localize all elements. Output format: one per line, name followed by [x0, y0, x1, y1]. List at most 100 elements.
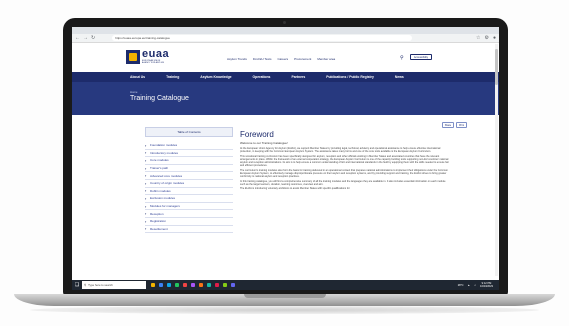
profile-icon[interactable]: ●: [493, 35, 496, 41]
menu-item-publications[interactable]: Publications / Public Registry: [326, 75, 374, 79]
reload-icon[interactable]: ↻: [91, 35, 95, 41]
top-link-asylum-trends[interactable]: Asylum Trends: [227, 57, 247, 61]
back-icon[interactable]: ←: [75, 35, 80, 41]
taskbar-app-icon[interactable]: [159, 283, 163, 287]
toc-item-label: Reception: [150, 211, 164, 216]
taskbar-app-icon[interactable]: [231, 283, 235, 287]
print-button[interactable]: Print: [456, 122, 467, 128]
toc-item-trainers-path[interactable]: › Trainer's path: [145, 165, 233, 173]
taskbar-apps: [151, 283, 235, 287]
taskbar-app-icon[interactable]: [151, 283, 155, 287]
toc-item-dublin[interactable]: › Dublin modules: [145, 188, 233, 196]
weather-readout[interactable]: 28°C: [458, 284, 464, 287]
url-text: https://euaa.europa.eu/training-catalogu…: [115, 36, 170, 40]
taskbar-search-placeholder: Type here to search: [88, 283, 113, 287]
toc-item-country-of-origin[interactable]: › Country of origin modules: [145, 180, 233, 188]
network-icon[interactable]: ▲: [467, 284, 470, 287]
menu-item-training[interactable]: Training: [166, 75, 179, 79]
browser-address-bar: ← → ↻ https://euaa.europa.eu/training-ca…: [72, 34, 499, 43]
article-paragraph: The EUAA is introducing voluntary ambiti…: [240, 187, 350, 191]
search-icon[interactable]: ⚲: [400, 55, 404, 61]
taskbar-app-icon[interactable]: [199, 283, 203, 287]
menu-item-operations[interactable]: Operations: [253, 75, 271, 79]
browser-tab-bar: [72, 27, 499, 34]
article-paragraph: This vocational training curriculum has …: [240, 154, 449, 168]
toc-item-registration[interactable]: › Registration: [145, 218, 233, 226]
logo-mark-icon: [126, 49, 140, 64]
toc-item-label: Introductory modules: [150, 150, 179, 155]
toc-item-label: Dublin modules: [150, 188, 171, 193]
taskbar-app-icon[interactable]: [175, 283, 179, 287]
main-content: Share Print Table of Contents › Foundatio…: [72, 115, 499, 279]
volume-icon[interactable]: ♫: [474, 284, 476, 287]
windows-start-icon[interactable]: ❏: [72, 280, 82, 290]
euaa-logo[interactable]: euaa EUROPEAN UNION AGENCY FOR ASYLUM: [126, 49, 169, 65]
top-link-member-area[interactable]: Member area: [317, 57, 335, 61]
toc-item-label: Foundation modules: [150, 143, 178, 148]
toc-item-foundation[interactable]: › Foundation modules: [145, 142, 233, 150]
taskbar-app-icon[interactable]: [207, 283, 211, 287]
taskbar-search[interactable]: ⚲ Type here to search: [82, 281, 146, 289]
logo-sub-line-2: AGENCY FOR ASYLUM: [142, 62, 164, 65]
toc-item-resettlement[interactable]: › Resettlement: [145, 226, 233, 234]
taskbar-app-icon[interactable]: [183, 283, 187, 287]
forward-icon[interactable]: →: [83, 35, 88, 41]
article: Foreword Welcome to our Training Catalog…: [240, 130, 450, 192]
taskbar-app-icon[interactable]: [191, 283, 195, 287]
toc-item-introductory[interactable]: › Introductory modules: [145, 150, 233, 158]
toc-item-label: Resettlement: [150, 226, 168, 231]
logo-word: euaa: [142, 48, 170, 60]
toc-item-exclusion[interactable]: › Exclusion modules: [145, 195, 233, 203]
menu-item-about[interactable]: About Us: [130, 75, 145, 79]
page-banner: Home Training Catalogue: [72, 82, 499, 115]
site-header: euaa EUROPEAN UNION AGENCY FOR ASYLUM As…: [72, 43, 499, 72]
laptop-screen: ← → ↻ https://euaa.europa.eu/training-ca…: [72, 27, 499, 290]
main-menu: About Us Training Asylum Knowledge Opera…: [72, 72, 499, 82]
toc-item-label: Core modules: [150, 158, 169, 163]
toc-item-label: Trainer's path: [150, 166, 169, 171]
taskbar-app-icon[interactable]: [223, 283, 227, 287]
laptop-shadow: [30, 306, 539, 314]
top-link-careers[interactable]: Careers: [277, 57, 288, 61]
breadcrumb[interactable]: Home: [130, 90, 137, 94]
accessibility-button[interactable]: Accessibility: [410, 54, 432, 60]
toc-item-label: Registration: [150, 219, 167, 224]
toc-item-label: Exclusion modules: [150, 196, 176, 201]
toc-item-managers[interactable]: › Modules for managers: [145, 203, 233, 211]
windows-taskbar: ❏ ⚲ Type here to search 28°C ▲ ♫ 9:12 PM…: [72, 280, 499, 290]
toc-item-reception[interactable]: › Reception: [145, 210, 233, 218]
toc-item-core[interactable]: › Core modules: [145, 157, 233, 165]
article-paragraph: At the European Union Agency for Asylum …: [240, 147, 441, 154]
menu-item-asylum-knowledge[interactable]: Asylum Knowledge: [200, 75, 231, 79]
url-field[interactable]: https://euaa.europa.eu/training-catalogu…: [112, 35, 413, 41]
star-icon[interactable]: ☆: [476, 35, 480, 41]
extensions-icon[interactable]: ⚙: [484, 35, 488, 41]
share-tools: Share Print: [441, 122, 467, 128]
menu-item-partners[interactable]: Partners: [291, 75, 305, 79]
article-paragraph: The curriculum's training modules also f…: [240, 168, 448, 178]
toc-item-advanced-core[interactable]: › Advanced core modules: [145, 172, 233, 180]
top-link-eu-texts[interactable]: Find EU Texts: [253, 57, 272, 61]
share-button[interactable]: Share: [441, 122, 455, 128]
scrollbar-thumb[interactable]: [495, 49, 498, 85]
accessibility-label: Accessibility: [413, 55, 429, 59]
toc-item-label: Advanced core modules: [150, 173, 183, 178]
toc-heading[interactable]: Table of Contents: [145, 127, 233, 137]
top-link-procurement[interactable]: Procurement: [294, 57, 311, 61]
laptop-scene: ← → ↻ https://euaa.europa.eu/training-ca…: [0, 0, 569, 326]
system-tray: 28°C ▲ ♫ 9:12 PM 10/23/2023: [458, 282, 499, 288]
taskbar-app-icon[interactable]: [167, 283, 171, 287]
toc-heading-label: Table of Contents: [177, 130, 201, 134]
toc-item-label: Country of origin modules: [150, 181, 185, 186]
article-welcome: Welcome to our Training Catalogue!: [240, 141, 288, 145]
search-icon: ⚲: [84, 283, 87, 287]
clock[interactable]: 9:12 PM 10/23/2023: [480, 282, 493, 288]
table-of-contents: › Foundation modules › Introductory module…: [145, 142, 233, 234]
top-links: Asylum Trends Find EU Texts Careers Proc…: [227, 57, 335, 61]
article-paragraph: In this training catalogue, you will fin…: [240, 179, 446, 186]
webcam: [283, 21, 286, 24]
laptop-notch: [244, 294, 326, 298]
menu-item-news[interactable]: News: [395, 75, 404, 79]
toc-item-label: Modules for managers: [150, 204, 180, 209]
taskbar-app-icon[interactable]: [215, 283, 219, 287]
